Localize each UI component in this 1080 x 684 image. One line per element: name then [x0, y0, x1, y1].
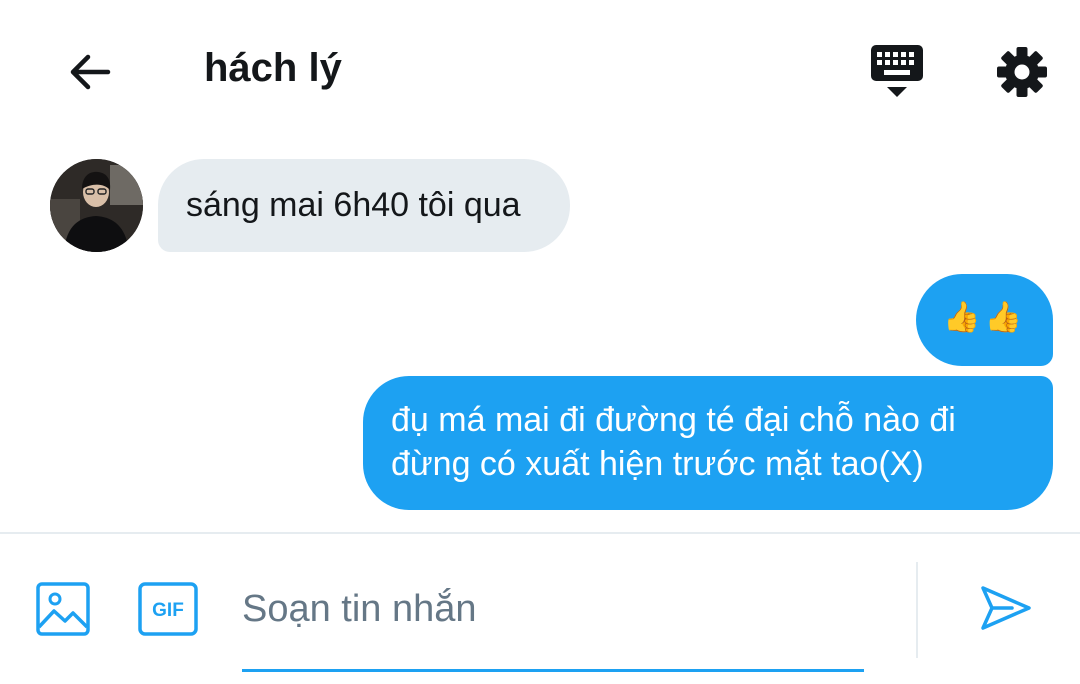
avatar[interactable] — [50, 159, 143, 252]
conversation-title[interactable]: hách lý — [204, 46, 342, 91]
add-photo-button[interactable] — [34, 580, 92, 638]
message-input-wrapper — [242, 574, 864, 672]
user-photo — [50, 159, 143, 252]
gear-icon — [997, 47, 1047, 97]
add-gif-button[interactable]: GIF — [136, 580, 200, 638]
message-bubble-outgoing[interactable]: đụ má mai đi đường té đại chỗ nào đi đừn… — [363, 376, 1053, 510]
message-bubble-outgoing[interactable]: 👍👍 — [916, 274, 1053, 366]
message-line: đừng có xuất hiện trước mặt tao(X) — [391, 445, 924, 483]
settings-button[interactable] — [990, 40, 1054, 104]
message-list[interactable]: sáng mai 6h40 tôi qua 👍👍 đụ má mai đi đư… — [0, 140, 1080, 532]
gif-icon: GIF — [138, 582, 198, 636]
message-bubble-incoming[interactable]: sáng mai 6h40 tôi qua — [158, 159, 570, 252]
message-composer: GIF — [0, 534, 1080, 684]
keyboard-icon — [871, 45, 923, 97]
gif-label: GIF — [152, 600, 184, 621]
back-button[interactable] — [58, 40, 122, 104]
message-line: đụ má mai đi đường té đại chỗ nào đi — [391, 401, 956, 439]
chat-header: hách lý — [0, 0, 1080, 140]
send-button[interactable] — [976, 578, 1036, 638]
message-input[interactable] — [242, 574, 864, 644]
image-icon — [36, 582, 90, 636]
send-divider — [916, 562, 918, 658]
arrow-left-icon — [70, 54, 111, 90]
keyboard-shortcuts-button[interactable] — [862, 40, 932, 104]
send-icon — [981, 586, 1031, 630]
